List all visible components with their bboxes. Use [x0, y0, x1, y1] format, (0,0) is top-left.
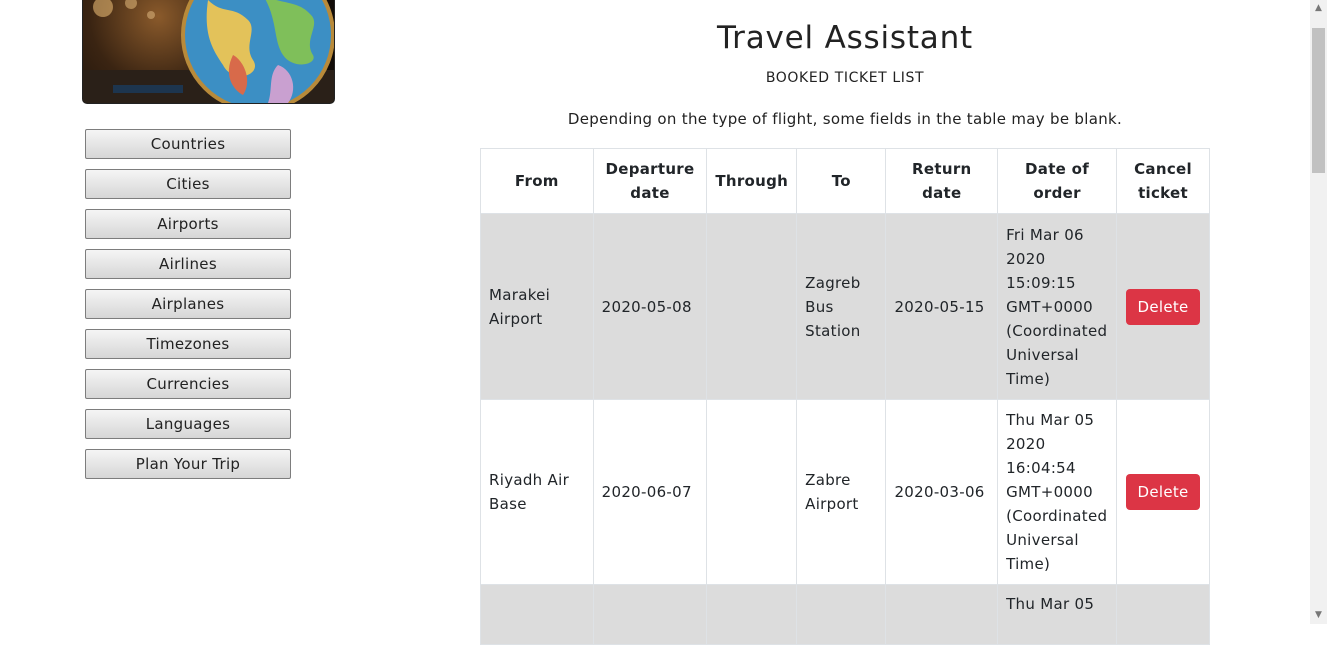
cell-through [706, 399, 798, 585]
sidebar-item-countries[interactable]: Countries [85, 129, 291, 159]
cell-departure-date: 2020-06-07 [592, 399, 708, 585]
delete-ticket-button[interactable]: Delete [1126, 474, 1200, 510]
sidebar-nav: Countries Cities Airports Airlines Airpl… [85, 129, 291, 489]
sidebar-item-timezones[interactable]: Timezones [85, 329, 291, 359]
globe-photo [82, 0, 335, 104]
column-header-cancel-ticket: Cancel ticket [1116, 148, 1210, 214]
cell-return-date: 2020-05-15 [885, 213, 999, 400]
cell-return-date: 2020-03-06 [885, 399, 999, 585]
page-title: Travel Assistant [716, 20, 974, 56]
cell-from: Riyadh Air Base [480, 399, 594, 585]
cell-date-of-order: Fri Mar 06 2020 15:09:15 GMT+0000 (Coord… [997, 213, 1118, 400]
cell-return-date [885, 584, 999, 645]
column-header-departure-date: Departure date [592, 148, 708, 214]
cell-date-of-order: Thu Mar 05 2020 16:04:54 GMT+0000 (Coord… [997, 399, 1118, 585]
table-row: Marakei Airport 2020-05-08 Zagreb Bus St… [480, 213, 1210, 400]
sidebar-item-languages[interactable]: Languages [85, 409, 291, 439]
cell-cancel: Delete [1116, 399, 1210, 585]
table-note: Depending on the type of flight, some fi… [567, 110, 1123, 128]
sidebar-item-currencies[interactable]: Currencies [85, 369, 291, 399]
cell-departure-date [592, 584, 708, 645]
column-header-from: From [480, 148, 594, 214]
scrollbar-thumb[interactable] [1312, 28, 1325, 173]
cell-departure-date: 2020-05-08 [592, 213, 708, 400]
cell-through [706, 584, 798, 645]
scroll-down-arrow-icon[interactable]: ▼ [1310, 607, 1327, 624]
cell-from: Marakei Airport [480, 213, 594, 400]
table-header-row: From Departure date Through To Return da… [480, 148, 1210, 214]
cell-date-of-order: Thu Mar 05 [997, 584, 1118, 645]
cell-cancel: Delete [1116, 213, 1210, 400]
cell-from [480, 584, 594, 645]
column-header-date-of-order: Date of order [997, 148, 1118, 214]
cell-to [796, 584, 887, 645]
sidebar-item-airports[interactable]: Airports [85, 209, 291, 239]
column-header-to: To [796, 148, 887, 214]
scroll-up-arrow-icon[interactable]: ▲ [1310, 0, 1327, 17]
delete-ticket-button[interactable]: Delete [1126, 288, 1200, 325]
table-row: Riyadh Air Base 2020-06-07 Zabre Airport… [480, 399, 1210, 585]
sidebar-item-cities[interactable]: Cities [85, 169, 291, 199]
sidebar-item-plan-your-trip[interactable]: Plan Your Trip [85, 449, 291, 479]
sidebar-item-airplanes[interactable]: Airplanes [85, 289, 291, 319]
column-header-through: Through [706, 148, 798, 214]
cell-to: Zagreb Bus Station [796, 213, 887, 400]
sidebar-item-airlines[interactable]: Airlines [85, 249, 291, 279]
cell-through [706, 213, 798, 400]
booked-tickets-table: From Departure date Through To Return da… [480, 148, 1210, 645]
column-header-return-date: Return date [885, 148, 999, 214]
cell-to: Zabre Airport [796, 399, 887, 585]
table-row: Thu Mar 05 [480, 584, 1210, 645]
cell-cancel [1116, 584, 1210, 645]
page-scrollbar[interactable]: ▲ ▼ [1310, 0, 1327, 624]
page-subtitle: BOOKED TICKET LIST [765, 70, 925, 86]
